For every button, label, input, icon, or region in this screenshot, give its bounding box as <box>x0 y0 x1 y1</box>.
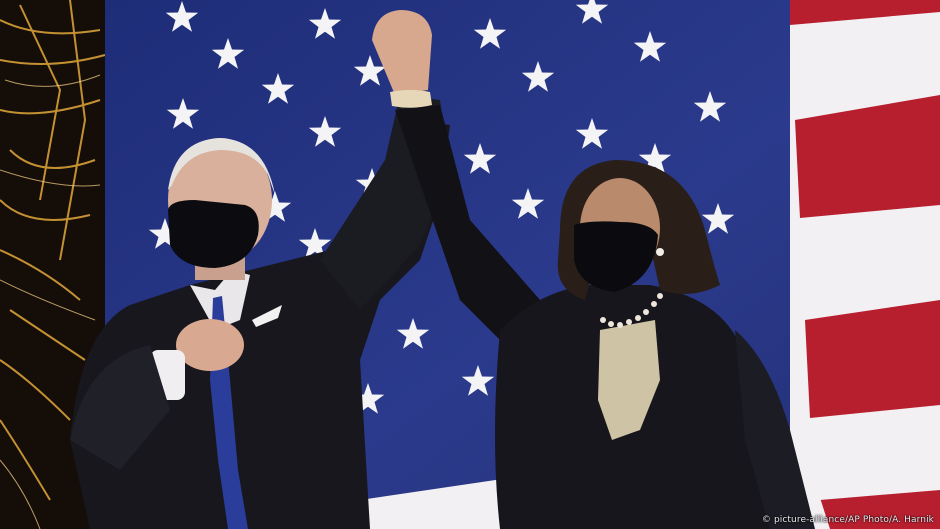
news-photo: © picture-alliance/AP Photo/A. Harnik <box>0 0 940 529</box>
photo-credit: © picture-alliance/AP Photo/A. Harnik <box>761 515 934 525</box>
photo-scene <box>0 0 940 529</box>
